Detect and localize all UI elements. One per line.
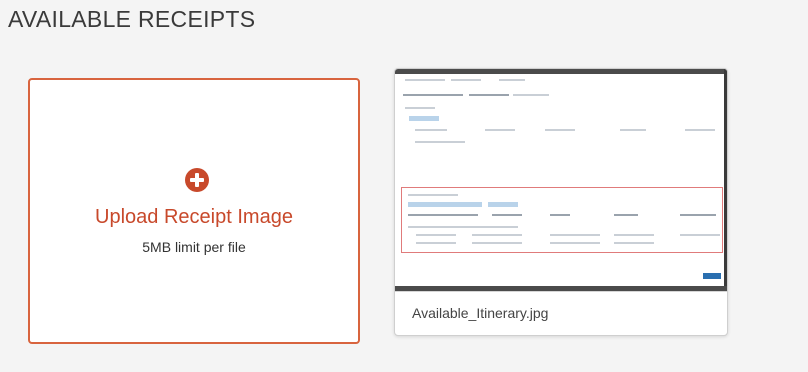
upload-limit-text: 5MB limit per file [142, 239, 246, 255]
page-title: AVAILABLE RECEIPTS [8, 6, 256, 32]
upload-receipt-button[interactable]: Upload Receipt Image 5MB limit per file [28, 78, 360, 344]
receipt-filename: Available_Itinerary.jpg [412, 305, 549, 321]
plus-circle-icon [185, 168, 209, 192]
upload-label: Upload Receipt Image [95, 206, 293, 228]
receipt-thumbnail [395, 69, 727, 292]
receipt-card[interactable]: Available_Itinerary.jpg [394, 68, 728, 336]
